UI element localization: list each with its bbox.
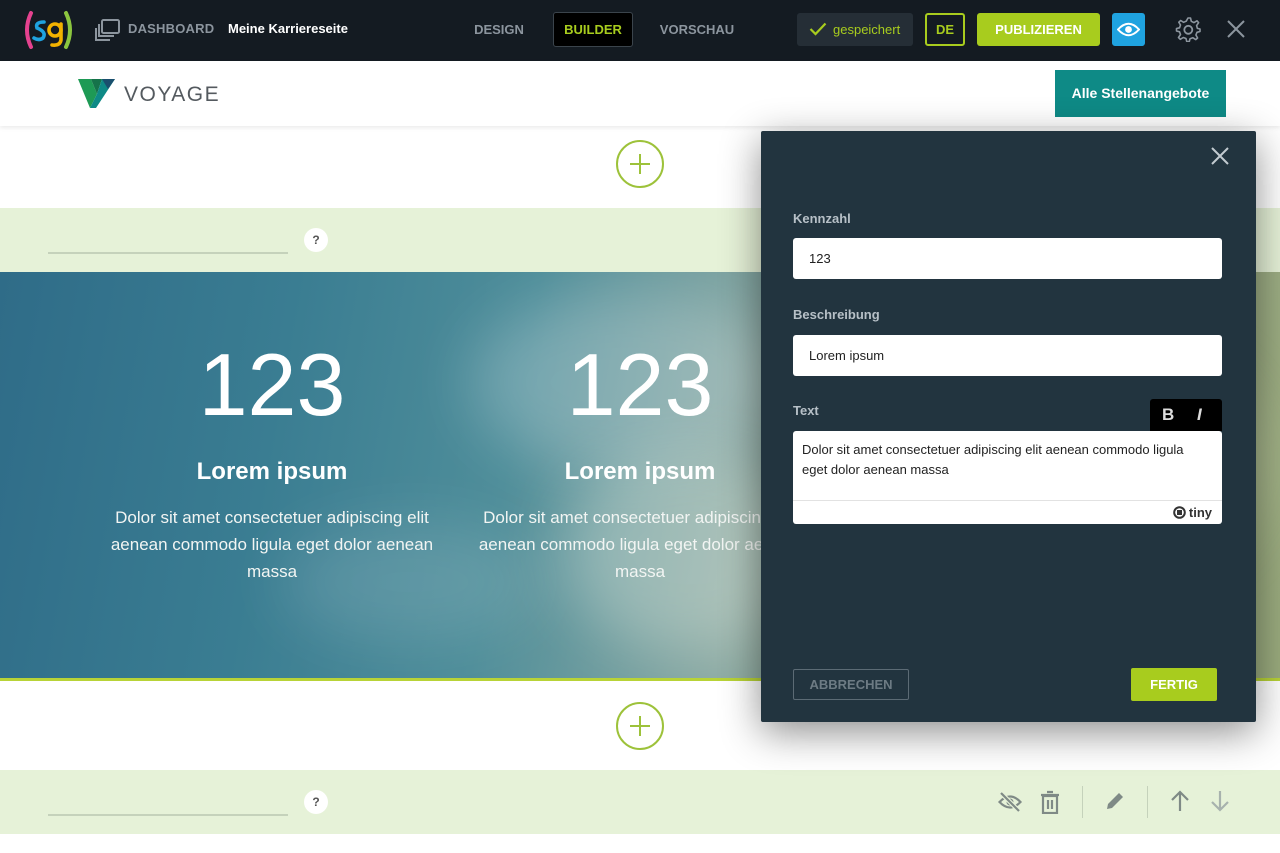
site-header: VOYAGE Alle Stellenangebote: [0, 61, 1280, 126]
all-jobs-button[interactable]: Alle Stellenangebote: [1055, 70, 1226, 117]
check-icon: [809, 22, 827, 36]
kennzahl-label: Kennzahl: [793, 211, 851, 226]
section-toolbar: ?: [0, 770, 1280, 834]
italic-button[interactable]: I: [1197, 405, 1202, 425]
kennzahl-input[interactable]: [793, 238, 1222, 279]
dashboard-icon[interactable]: [95, 18, 121, 42]
tiny-label: tiny: [1188, 505, 1212, 520]
arrow-down-icon[interactable]: [1210, 790, 1230, 812]
tab-design[interactable]: DESIGN: [466, 12, 532, 47]
text-editor[interactable]: Dolor sit amet consectetuer adipiscing e…: [793, 431, 1222, 524]
beschreibung-input[interactable]: [793, 335, 1222, 376]
add-section-button[interactable]: [616, 702, 664, 750]
text-label: Text: [793, 403, 819, 418]
saved-status: gespeichert: [797, 13, 913, 46]
editor-content[interactable]: Dolor sit amet consectetuer adipiscing e…: [802, 440, 1212, 480]
sg-logo-icon[interactable]: [22, 10, 74, 50]
bold-button[interactable]: B: [1162, 405, 1174, 425]
stat-item[interactable]: 123 Lorem ipsum Dolor sit amet consectet…: [470, 332, 810, 585]
beschreibung-label: Beschreibung: [793, 307, 880, 322]
app-toolbar: DASHBOARD Meine Karriereseite DESIGN BUI…: [0, 0, 1280, 61]
editor-statusbar-divider: [793, 500, 1222, 501]
close-icon[interactable]: [1225, 18, 1247, 40]
trash-icon[interactable]: [1040, 790, 1060, 814]
dashboard-link[interactable]: DASHBOARD: [128, 21, 214, 36]
done-button[interactable]: FERTIG: [1131, 668, 1217, 701]
stat-text: Dolor sit amet consectetuer adipiscing e…: [110, 508, 434, 581]
tab-preview[interactable]: VORSCHAU: [652, 12, 742, 47]
stat-number: 123: [566, 335, 714, 434]
preview-button[interactable]: [1112, 13, 1145, 46]
visibility-off-icon[interactable]: [998, 790, 1022, 814]
brand-name: VOYAGE: [124, 83, 221, 106]
edit-stat-dialog: Kennzahl Beschreibung Text B I Dolor sit…: [761, 131, 1256, 722]
saved-label: gespeichert: [833, 22, 901, 37]
help-button[interactable]: ?: [304, 790, 328, 814]
arrow-up-icon[interactable]: [1170, 790, 1190, 812]
voyage-logo-icon: [78, 79, 115, 108]
site-title: Meine Karriereseite: [228, 21, 348, 36]
stat-title: Lorem ipsum: [564, 458, 716, 485]
add-section-button[interactable]: [616, 140, 664, 188]
pencil-icon[interactable]: [1104, 790, 1126, 812]
tiny-branding[interactable]: tiny: [1173, 505, 1212, 520]
close-icon[interactable]: [1209, 145, 1231, 167]
language-selector[interactable]: DE: [925, 13, 965, 46]
tab-builder[interactable]: BUILDER: [553, 12, 633, 47]
editor-toolbar: B I: [1150, 399, 1222, 431]
help-button[interactable]: ?: [304, 228, 328, 252]
publish-button[interactable]: PUBLIZIEREN: [977, 13, 1100, 46]
tiny-logo-icon: [1173, 506, 1186, 519]
gear-icon[interactable]: [1175, 16, 1201, 42]
stat-text: Dolor sit amet consectetuer adipiscing e…: [478, 508, 802, 581]
stat-number: 123: [198, 335, 346, 434]
eye-icon: [1117, 22, 1140, 37]
divider: [1147, 786, 1148, 818]
stat-item[interactable]: 123 Lorem ipsum Dolor sit amet consectet…: [102, 332, 442, 585]
divider: [1082, 786, 1083, 818]
stat-title: Lorem ipsum: [196, 458, 348, 485]
section-name-field[interactable]: [48, 252, 288, 254]
section-name-field[interactable]: [48, 814, 288, 816]
cancel-button[interactable]: ABBRECHEN: [793, 669, 909, 700]
